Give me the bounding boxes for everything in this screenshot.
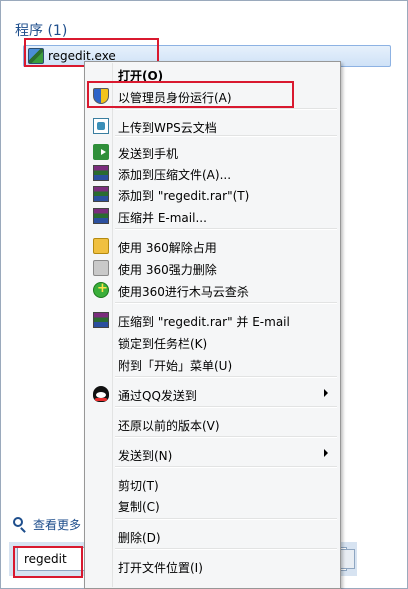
shutdown-options-button[interactable] [340,549,355,569]
360-scan-icon [93,281,109,298]
programs-section-title: 程序 (1) [15,23,68,39]
menu-item-label: 使用360进行木马云查杀 [118,285,249,299]
winrar-icon [93,312,109,328]
submenu-arrow-icon [324,389,328,397]
menu-item-label: 添加到压缩文件(A)... [118,168,232,182]
menu-separator [115,436,337,438]
send-to-phone-icon [93,144,109,160]
menu-item-15[interactable]: 还原以前的版本(V) [87,413,338,434]
menu-item-17[interactable]: 剪切(T) [87,473,338,494]
winrar-icon [93,186,109,202]
menu-item-6[interactable]: 添加到 "regedit.rar"(T) [87,183,338,204]
submenu-arrow-icon [324,449,328,457]
menu-item-12[interactable]: 锁定到任务栏(K) [87,331,338,352]
menu-item-label: 上传到WPS云文档 [118,121,217,135]
menu-item-8[interactable]: 使用 360解除占用 [87,235,338,256]
menu-separator [115,406,337,408]
menu-item-label: 还原以前的版本(V) [118,419,220,433]
menu-item-label: 发送到(N) [118,449,173,463]
annotation-highlight-search [13,546,83,578]
menu-separator [115,548,337,550]
menu-item-label: 使用 360强力删除 [118,263,217,277]
menu-separator [115,376,337,378]
360-shredder-icon [93,260,109,276]
see-more-label: 查看更多 [33,518,82,532]
menu-item-14[interactable]: 通过QQ发送到 [87,383,338,404]
360-unlock-icon [93,238,109,254]
menu-item-label: 使用 360解除占用 [118,241,217,255]
menu-item-10[interactable]: 使用360进行木马云查杀 [87,279,338,300]
menu-item-20[interactable]: 打开文件位置(I) [87,555,338,576]
menu-item-label: 压缩并 E-mail... [118,211,207,225]
menu-item-11[interactable]: 压缩到 "regedit.rar" 并 E-mail [87,309,338,330]
menu-item-19[interactable]: 删除(D) [87,525,338,546]
context-menu: 打开(O) 以管理员身份运行(A) 上传到WPS云文档 发送到手机 添加到压缩文件(A)… [84,61,341,589]
menu-item-3[interactable]: 上传到WPS云文档 [87,115,338,136]
menu-separator [115,135,337,137]
menu-item-9[interactable]: 使用 360强力删除 [87,257,338,278]
menu-item-13[interactable]: 附到「开始」菜单(U) [87,353,338,374]
annotation-highlight-run-as-admin [87,81,294,108]
menu-item-label: 删除(D) [118,531,161,545]
menu-item-7[interactable]: 压缩并 E-mail... [87,205,338,226]
menu-item-5[interactable]: 添加到压缩文件(A)... [87,162,338,183]
menu-item-label: 复制(C) [118,500,160,514]
menu-item-label: 添加到 "regedit.rar"(T) [118,189,250,203]
menu-item-4[interactable]: 发送到手机 [87,141,338,162]
winrar-icon [93,165,109,181]
menu-item-16[interactable]: 发送到(N) [87,443,338,464]
menu-separator [115,466,337,468]
search-icon [13,517,29,533]
menu-item-label: 压缩到 "regedit.rar" 并 E-mail [118,315,290,329]
menu-item-18[interactable]: 复制(C) [87,494,338,515]
menu-item-label: 发送到手机 [118,147,179,161]
menu-separator [115,228,337,230]
menu-separator [115,108,337,110]
menu-separator [115,518,337,520]
menu-item-label: 锁定到任务栏(K) [118,337,208,351]
winrar-icon [93,208,109,224]
menu-item-label: 附到「开始」菜单(U) [118,359,233,373]
menu-item-label: 通过QQ发送到 [118,389,197,403]
menu-item-label: 剪切(T) [118,479,159,493]
qq-icon [93,386,109,402]
menu-item-label: 打开文件位置(I) [118,561,203,575]
menu-separator [115,302,337,304]
wps-cloud-icon [93,118,109,134]
